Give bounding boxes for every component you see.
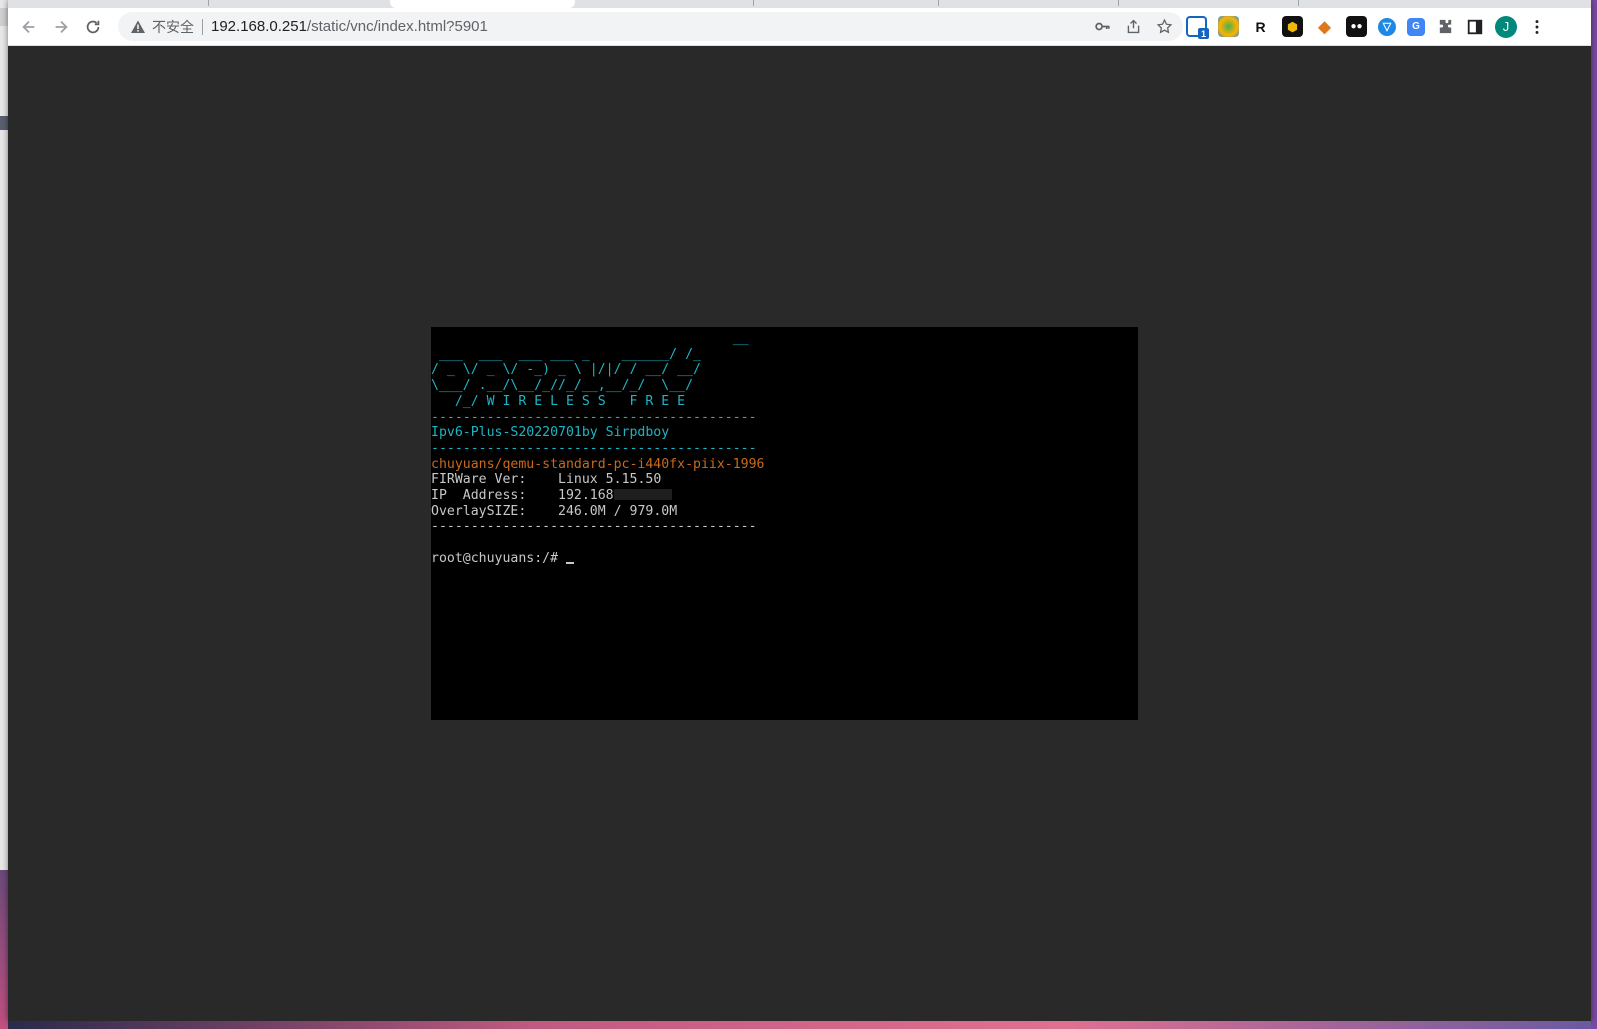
redacted-ip-suffix bbox=[613, 489, 672, 501]
arrow-right-icon bbox=[55, 20, 68, 33]
address-separator bbox=[202, 18, 203, 35]
tab-separator bbox=[753, 0, 754, 6]
separator-line: ----------------------------------------… bbox=[431, 409, 757, 425]
shell-prompt: root@chuyuans:/# bbox=[431, 550, 566, 566]
arrow-left-icon bbox=[22, 20, 35, 33]
side-panel-icon[interactable] bbox=[1466, 18, 1484, 36]
vnc-viewport[interactable]: __ ___ ___ ___ ___ _ ______/ /_ / _ \/ _… bbox=[8, 46, 1591, 1021]
browser-window: 不安全 192.168.0.251/static/vnc/index.html?… bbox=[8, 0, 1591, 1021]
reload-button[interactable] bbox=[80, 14, 106, 40]
warning-icon[interactable] bbox=[130, 19, 146, 35]
reload-icon bbox=[86, 20, 100, 33]
tab-separator bbox=[208, 0, 209, 6]
terminal-cursor bbox=[565, 561, 574, 564]
globe-extension-icon[interactable] bbox=[1218, 16, 1239, 37]
tab-separator bbox=[938, 0, 939, 6]
tab-active[interactable] bbox=[390, 0, 575, 8]
r-extension-icon[interactable]: R bbox=[1250, 16, 1271, 37]
translate-extension-icon[interactable]: G bbox=[1407, 17, 1425, 36]
forward-button[interactable] bbox=[48, 14, 74, 40]
extension-badge: 1 bbox=[1198, 28, 1209, 39]
mask-extension-icon[interactable]: ●● bbox=[1346, 16, 1367, 37]
firmware-label: FIRWare Ver: bbox=[431, 472, 527, 488]
browser-toolbar: 不安全 192.168.0.251/static/vnc/index.html?… bbox=[8, 8, 1591, 46]
star-bookmark-icon[interactable] bbox=[1156, 18, 1173, 35]
ascii-logo-line: / _ \/ _ \/ -_) _ \ |/|/ / __/ __/ bbox=[431, 362, 701, 378]
ascii-logo-line: /_/ W I R E L E S S F R E E bbox=[431, 393, 686, 409]
profile-avatar[interactable]: J bbox=[1495, 15, 1517, 38]
desktop-window-edge bbox=[0, 8, 8, 26]
firmware-value: Linux 5.15.50 bbox=[558, 472, 662, 488]
tab-separator bbox=[1298, 0, 1299, 6]
url-host: 192.168.0.251 bbox=[211, 18, 307, 35]
puzzle-extensions-icon[interactable] bbox=[1436, 17, 1455, 36]
ip-label: IP Address: bbox=[431, 488, 527, 504]
address-bar[interactable]: 不安全 192.168.0.251/static/vnc/index.html?… bbox=[118, 12, 1183, 41]
vnc-remote-screen[interactable]: __ ___ ___ ___ ___ _ ______/ /_ / _ \/ _… bbox=[431, 327, 1138, 720]
overlay-value: 246.0M / 979.0M bbox=[558, 503, 678, 519]
extensions-area: 1 R ⬢ ◆ ●● ▽ G J bbox=[1186, 12, 1546, 41]
separator-line: ----------------------------------------… bbox=[431, 519, 757, 535]
security-status-label[interactable]: 不安全 bbox=[152, 17, 194, 37]
hexagon-extension-icon[interactable]: ⬢ bbox=[1282, 16, 1303, 37]
v-extension-icon[interactable]: ▽ bbox=[1378, 17, 1396, 36]
address-bar-actions bbox=[1094, 12, 1173, 41]
desktop-wallpaper-bottom bbox=[8, 1021, 1591, 1029]
ascii-logo-line: ___ ___ ___ ___ _ ______/ /_ bbox=[431, 346, 701, 362]
desktop-window-edge bbox=[0, 116, 8, 130]
kebab-menu-icon[interactable] bbox=[1528, 18, 1546, 36]
tab-strip bbox=[8, 0, 1591, 8]
back-button[interactable] bbox=[16, 14, 42, 40]
ip-value: 192.168 bbox=[558, 488, 614, 504]
share-icon[interactable] bbox=[1125, 18, 1142, 35]
fox-extension-icon[interactable]: ◆ bbox=[1314, 16, 1335, 37]
key-icon[interactable] bbox=[1094, 18, 1111, 35]
version-line: Ipv6-Plus-S20220701by Sirpdboy bbox=[431, 425, 670, 441]
ascii-logo-line: __ bbox=[431, 331, 749, 346]
url-text[interactable]: 192.168.0.251/static/vnc/index.html?5901 bbox=[211, 18, 488, 35]
separator-line: ----------------------------------------… bbox=[431, 440, 757, 456]
url-path: /static/vnc/index.html?5901 bbox=[306, 18, 488, 35]
overlay-label: OverlaySIZE: bbox=[431, 503, 527, 519]
model-line: chuyuans/qemu-standard-pc-i440fx-piix-19… bbox=[431, 456, 765, 472]
desktop-wallpaper-edge bbox=[0, 870, 8, 1029]
extension-1-icon[interactable]: 1 bbox=[1186, 16, 1209, 39]
ascii-logo-line: \___/ .__/\__/_//_/__,__/_/ \__/ bbox=[431, 378, 694, 394]
tab-separator bbox=[1118, 0, 1119, 6]
terminal-output: __ ___ ___ ___ ___ _ ______/ /_ / _ \/ _… bbox=[431, 327, 1138, 567]
